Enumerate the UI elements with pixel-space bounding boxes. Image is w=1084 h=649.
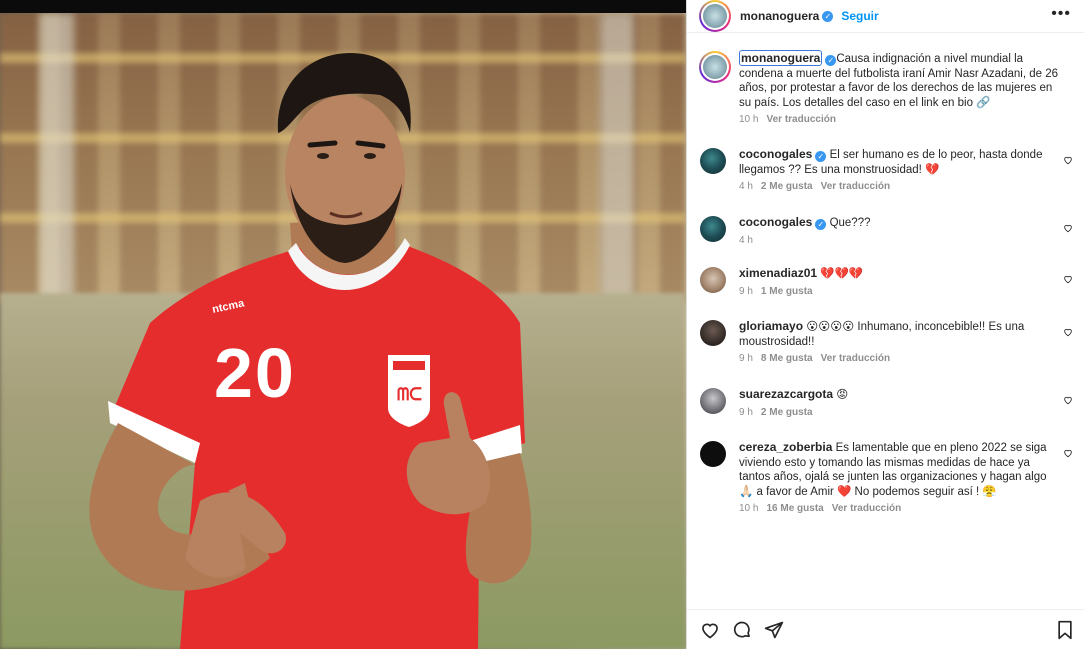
like-comment-heart-icon[interactable] [1063,395,1073,405]
share-icon[interactable] [764,620,784,640]
comment-meta: 9 h 2 Me gusta [739,407,1059,419]
caption-time[interactable]: 10 h [739,114,758,125]
comment-time[interactable]: 10 h [739,503,758,514]
comment-time[interactable]: 4 h [739,235,753,246]
verified-badge-icon: ✓ [815,151,827,162]
photo-image: ntcma ᗰᑕ 20 [0,13,686,649]
comment-time[interactable]: 9 h [739,286,753,297]
author-avatar[interactable] [699,0,731,32]
translate-link[interactable]: Ver traducción [832,503,901,514]
heart-icon[interactable] [700,620,720,640]
jersey-number: 20 [214,334,296,412]
comment-meta: 9 h 1 Me gusta [739,286,1059,298]
comment-icon[interactable] [732,620,752,640]
comment-time[interactable]: 4 h [739,181,753,192]
translate-link[interactable]: Ver traducción [821,353,890,364]
translate-link[interactable]: Ver traducción [766,114,835,125]
comment-time[interactable]: 9 h [739,407,753,418]
like-comment-heart-icon[interactable] [1063,274,1073,284]
post-side-panel: monanoguera ✓ Seguir ••• monanoguera ✓ Cau… [686,0,1084,649]
like-comment-heart-icon[interactable] [1063,155,1073,165]
commenter-username[interactable]: gloriamayo [739,319,803,333]
instagram-post-view: ntcma ᗰᑕ 20 monanoguera ✓ Seguir ••• mon… [0,0,1084,649]
comment-meta: 10 h 16 Me gusta Ver traducción [739,503,1059,515]
player-figure: ntcma ᗰᑕ [89,53,532,649]
post-header: monanoguera ✓ Seguir ••• [687,0,1084,33]
author-username[interactable]: monanoguera [740,9,819,23]
commenter-username[interactable]: cereza_zoberbia [739,440,832,454]
bookmark-icon[interactable] [1056,620,1074,640]
commenter-avatar[interactable] [699,319,727,347]
commenter-avatar[interactable] [699,266,727,294]
more-options-icon[interactable]: ••• [1051,6,1071,22]
caption-meta: 10 h Ver traducción [739,114,1059,126]
comment-text: 💔💔💔 [820,268,864,280]
translate-link[interactable]: Ver traducción [821,181,890,192]
like-comment-heart-icon[interactable] [1063,448,1073,458]
comment-time[interactable]: 9 h [739,353,753,364]
comment-likes[interactable]: 8 Me gusta [761,353,813,364]
verified-badge-icon: ✓ [825,55,837,66]
comment-likes[interactable]: 2 Me gusta [761,181,813,192]
like-comment-heart-icon[interactable] [1063,223,1073,233]
commenter-avatar[interactable] [699,147,727,175]
commenter-avatar[interactable] [699,440,727,468]
comment-likes[interactable]: 16 Me gusta [766,503,823,514]
svg-text:ᗰᑕ: ᗰᑕ [397,385,422,404]
commenter-username[interactable]: ximenadiaz01 [739,266,817,280]
commenter-username[interactable]: suarezazcargota [739,387,833,401]
caption-avatar[interactable] [699,51,731,83]
commenter-avatar[interactable] [699,387,727,415]
commenter-avatar[interactable] [699,215,727,243]
like-comment-heart-icon[interactable] [1063,327,1073,337]
verified-badge-icon: ✓ [822,10,834,22]
comment-text: Que??? [829,217,871,229]
comment-meta: 9 h 8 Me gusta Ver traducción [739,353,1059,365]
caption-username[interactable]: monanoguera [739,50,823,66]
comments-list[interactable]: monanoguera ✓ Causa indignación a nivel mu… [687,41,1084,607]
verified-badge-icon: ✓ [815,219,827,230]
commenter-username[interactable]: coconogales [739,215,812,229]
comment-meta: 4 h [739,235,1059,247]
comment-meta: 4 h 2 Me gusta Ver traducción [739,181,1059,193]
follow-button[interactable]: Seguir [841,9,878,23]
commenter-username[interactable]: coconogales [739,147,812,161]
post-photo[interactable]: ntcma ᗰᑕ 20 [0,0,686,649]
comment-text: 😡 [836,389,849,401]
comment-likes[interactable]: 1 Me gusta [761,286,813,297]
post-actions-bar [687,609,1084,649]
comment-likes[interactable]: 2 Me gusta [761,407,813,418]
